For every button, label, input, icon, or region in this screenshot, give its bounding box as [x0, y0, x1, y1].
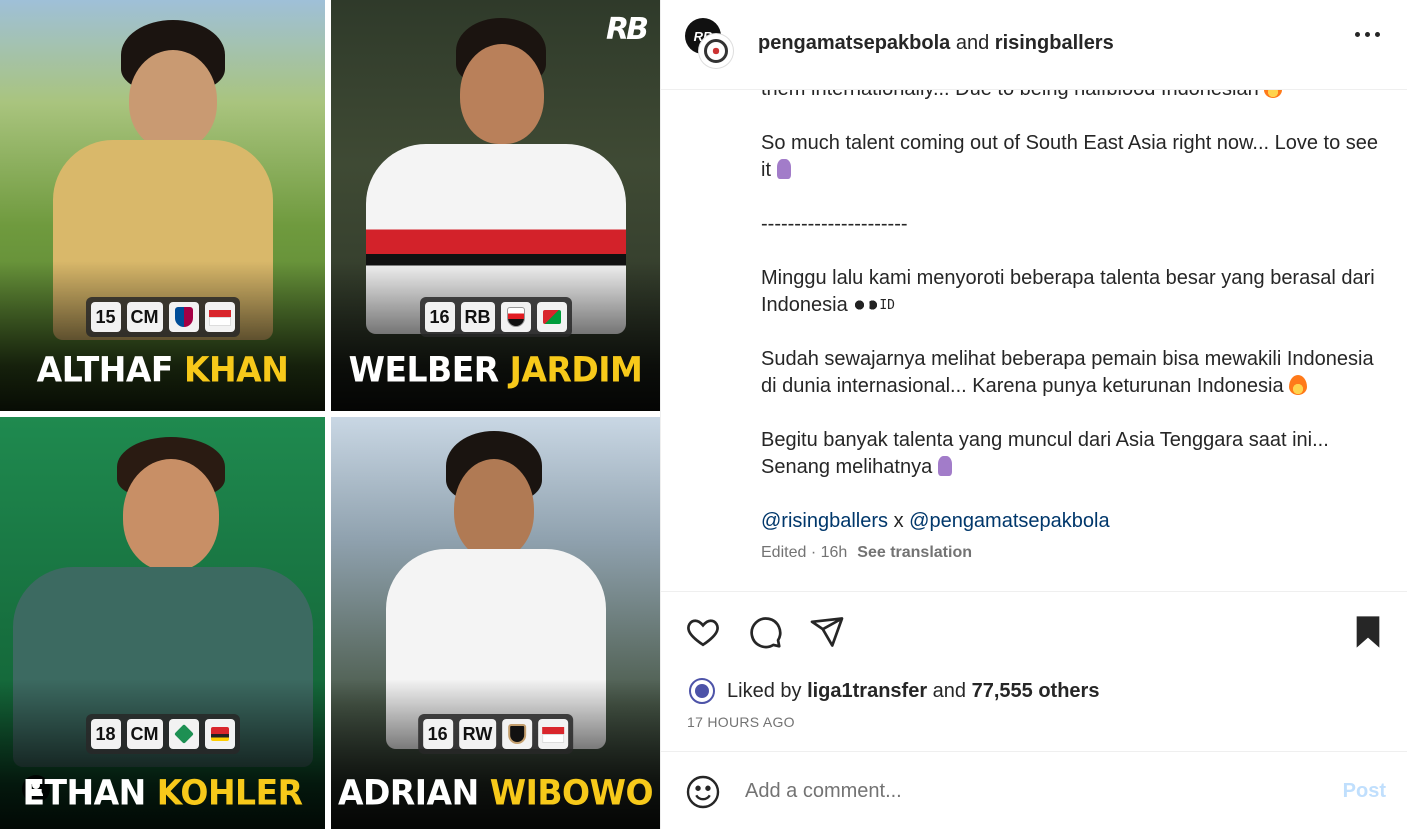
club-crest-icon: [168, 719, 199, 749]
caption-paragraph: So much talent coming out of South East …: [761, 130, 1381, 184]
dual-flag-icon: [204, 719, 235, 749]
id-flag-tag: ID: [879, 298, 895, 313]
post-actions: Liked by liga1transfer and 77,555 others…: [661, 591, 1407, 751]
mention-separator: x: [888, 510, 910, 532]
caption-partial-line: them internationally... Due to being hal…: [761, 90, 1381, 103]
player-card-4: 16 RW ADRIAN WIBOWO: [331, 417, 660, 829]
post-comment-button[interactable]: Post: [1343, 780, 1386, 803]
bookmark-icon[interactable]: [1350, 614, 1386, 650]
emoji-smile-icon[interactable]: [685, 774, 721, 810]
dual-flag-icon: [536, 302, 567, 332]
position-badge: RB: [460, 302, 495, 332]
liker-username-link[interactable]: liga1transfer: [807, 680, 927, 703]
like-heart-icon[interactable]: [685, 614, 721, 650]
indonesia-flag-icon: [204, 302, 235, 332]
liker-avatar[interactable]: [689, 678, 715, 704]
caption-paragraph: Minggu lalu kami menyoroti beberapa tale…: [761, 265, 1381, 319]
mention-link[interactable]: @risingballers: [761, 510, 888, 532]
club-crest-icon: [500, 302, 531, 332]
caption-paragraph: Sudah sewajarnya melihat beberapa pemain…: [761, 346, 1381, 400]
conjunction-text: and: [950, 32, 995, 54]
collab-usernames: pengamatsepakbola and risingballers: [758, 32, 1114, 55]
age-badge: 16: [422, 719, 453, 749]
player-card-3: 18 CM ETHAN KOHLER: [0, 417, 325, 829]
player-card-2: RB 16 RB WELBER JARDIM: [331, 0, 660, 411]
post-side-panel: RB pengamatsepakbola and risingballers t…: [660, 0, 1407, 829]
player-first-name: WELBER: [348, 349, 500, 390]
player-last-name: KHAN: [183, 349, 289, 390]
caption-text: Sudah sewajarnya melihat beberapa pemain…: [761, 348, 1374, 397]
caption-divider: ----------------------: [761, 213, 908, 235]
action-icons: [685, 614, 845, 650]
player-first-name: ALTHAF: [36, 349, 174, 390]
likes-summary: Liked by liga1transfer and 77,555 others: [689, 678, 1099, 704]
caption-scroll-area[interactable]: them internationally... Due to being hal…: [761, 90, 1381, 590]
position-badge: CM: [126, 302, 163, 332]
age-badge: 16: [424, 302, 455, 332]
caption-text: them internationally... Due to being hal…: [761, 90, 1259, 100]
age-badge: 15: [90, 302, 121, 332]
mention-link[interactable]: @pengamatsepakbola: [909, 510, 1109, 532]
player-stats: 18 CM: [85, 714, 240, 754]
player-card-1: 15 CM ALTHAF KHAN: [0, 0, 325, 411]
praying-hands-emoji-icon: [776, 159, 791, 179]
position-badge: RW: [458, 719, 497, 749]
comment-bubble-icon[interactable]: [747, 614, 783, 650]
caption-mentions: @risingballers x @pengamatsepakbola: [761, 508, 1381, 535]
player-name: ETHAN KOHLER: [0, 772, 325, 813]
post-timestamp[interactable]: 17 HOURS AGO: [687, 714, 795, 730]
username-link[interactable]: pengamatsepakbola: [758, 32, 950, 54]
avatar-pengamatsepakbola[interactable]: [699, 34, 733, 68]
fire-emoji-icon: [1289, 375, 1308, 395]
collab-avatars[interactable]: RB: [685, 18, 733, 68]
player-name: ADRIAN WIBOWO: [331, 772, 660, 813]
comment-bar: Post: [661, 751, 1407, 829]
club-crest-icon: [168, 302, 199, 332]
fire-emoji-icon: [1264, 90, 1283, 98]
edited-timestamp: Edited · 16h: [761, 544, 848, 561]
post-header: RB pengamatsepakbola and risingballers: [661, 0, 1407, 90]
comment-input[interactable]: [745, 774, 1305, 808]
player-first-name: ADRIAN: [337, 772, 479, 813]
share-send-icon[interactable]: [809, 614, 845, 650]
player-stats: 16 RB: [419, 297, 572, 337]
liked-by-prefix: Liked by: [727, 679, 802, 702]
player-name: WELBER JARDIM: [331, 349, 660, 390]
club-crest-icon: [502, 719, 533, 749]
player-name: ALTHAF KHAN: [0, 349, 325, 390]
liked-by-and: and: [927, 679, 972, 702]
player-stats: 16 RW: [417, 714, 574, 754]
caption-content: them internationally... Due to being hal…: [761, 90, 1381, 566]
player-last-name: KOHLER: [156, 772, 303, 813]
praying-hands-emoji-icon: [937, 456, 952, 476]
eyes-emoji-icon: [853, 294, 880, 314]
age-badge: 18: [90, 719, 121, 749]
likes-count-link[interactable]: 77,555 others: [972, 680, 1100, 703]
username-link[interactable]: risingballers: [995, 32, 1114, 54]
caption-text: Begitu banyak talenta yang muncul dari A…: [761, 429, 1329, 478]
indonesia-flag-icon: [538, 719, 569, 749]
instagram-post: 15 CM ALTHAF KHAN RB 16 RB WELBER JARDIM…: [0, 0, 1407, 829]
caption-text: So much talent coming out of South East …: [761, 132, 1379, 181]
caption-meta: Edited · 16h See translation: [761, 539, 1381, 566]
post-image[interactable]: 15 CM ALTHAF KHAN RB 16 RB WELBER JARDIM…: [0, 0, 660, 829]
more-options-icon[interactable]: [1355, 32, 1380, 37]
player-stats: 15 CM: [85, 297, 240, 337]
rb-logo: RB: [606, 12, 649, 47]
see-translation-button[interactable]: See translation: [857, 544, 972, 561]
player-last-name: WIBOWO: [489, 772, 654, 813]
position-badge: CM: [126, 719, 163, 749]
player-last-name: JARDIM: [509, 349, 643, 390]
player-first-name: ETHAN: [22, 772, 146, 813]
caption-paragraph: Begitu banyak talenta yang muncul dari A…: [761, 427, 1381, 481]
